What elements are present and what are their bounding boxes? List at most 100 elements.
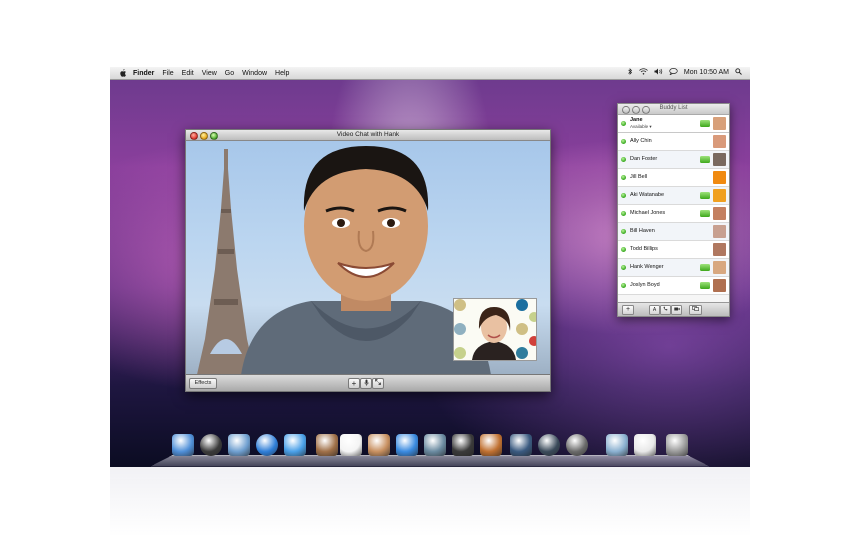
buddy-avatar[interactable]: [713, 279, 726, 292]
buddy-name: Ally Chin: [630, 138, 652, 144]
garageband-icon[interactable]: [480, 434, 502, 456]
my-status-row[interactable]: Jane Available ▾: [618, 115, 729, 133]
video-chat-window: Video Chat with Hank Effects +: [185, 129, 551, 392]
buddy-name: Bill Haven: [630, 228, 655, 234]
buddy-name: Aki Watanabe: [630, 192, 665, 198]
buddy-avatar[interactable]: [713, 261, 726, 274]
audio-chat-button[interactable]: [660, 305, 671, 315]
menu-window[interactable]: Window: [242, 70, 267, 77]
buddy-row[interactable]: Joslyn Boyd: [618, 277, 729, 295]
apple-menu-icon[interactable]: [119, 69, 127, 77]
menu-file[interactable]: File: [162, 70, 173, 77]
available-status-icon: [621, 265, 626, 270]
camera-icon: [673, 307, 680, 311]
buddy-avatar[interactable]: [713, 171, 726, 184]
remote-video: [186, 141, 550, 375]
buddy-list-window: Buddy List Jane Available ▾ Ally Chin Dan…: [617, 103, 730, 317]
fullscreen-button[interactable]: [372, 378, 384, 389]
buddy-avatar[interactable]: [713, 153, 726, 166]
video-chat-button[interactable]: [671, 305, 682, 315]
dock: [150, 434, 710, 467]
buddy-row[interactable]: Hank Wenger: [618, 259, 729, 277]
expand-icon: [375, 379, 381, 385]
buddy-name: Dan Foster: [630, 156, 658, 162]
text-chat-button[interactable]: A: [649, 305, 660, 315]
menu-finder[interactable]: Finder: [133, 70, 154, 77]
video-camera-icon[interactable]: [700, 156, 710, 163]
menu-clock[interactable]: Mon 10:50 AM: [684, 69, 729, 77]
phone-icon[interactable]: [700, 210, 710, 217]
spotlight-icon[interactable]: [735, 68, 742, 78]
menu-go[interactable]: Go: [225, 70, 234, 77]
finder-icon[interactable]: [172, 434, 194, 456]
bluetooth-icon[interactable]: [628, 67, 633, 79]
screen-sharing-button[interactable]: [689, 305, 702, 315]
imovie-icon[interactable]: [452, 434, 474, 456]
video-camera-icon[interactable]: [700, 192, 710, 199]
mail-icon[interactable]: [228, 434, 250, 456]
address-book-icon[interactable]: [316, 434, 338, 456]
available-status-icon: [621, 157, 626, 162]
video-camera-icon[interactable]: [700, 264, 710, 271]
buddy-name: Michael Jones: [630, 210, 666, 216]
buddy-name: Jill Bell: [630, 174, 648, 180]
buddy-avatar[interactable]: [713, 189, 726, 202]
downloads-stack-icon[interactable]: [606, 434, 628, 456]
buddy-name: Todd Billips: [630, 246, 658, 252]
video-chat-titlebar[interactable]: Video Chat with Hank: [186, 130, 550, 141]
ical-icon[interactable]: [340, 434, 362, 456]
status-popup[interactable]: Available ▾: [630, 124, 652, 130]
add-participant-button[interactable]: +: [348, 378, 360, 389]
buddy-avatar[interactable]: [713, 243, 726, 256]
ichat-icon[interactable]: [284, 434, 306, 456]
mute-button[interactable]: [360, 378, 372, 389]
buddy-row[interactable]: Aki Watanabe: [618, 187, 729, 205]
menu-edit[interactable]: Edit: [182, 70, 194, 77]
available-status-icon: [621, 283, 626, 288]
buddy-avatar[interactable]: [713, 207, 726, 220]
buddy-row[interactable]: Jill Bell: [618, 169, 729, 187]
dashboard-icon[interactable]: [200, 434, 222, 456]
available-status-icon: [621, 193, 626, 198]
iphoto-icon[interactable]: [424, 434, 446, 456]
available-status-icon: [621, 229, 626, 234]
available-status-icon: [621, 247, 626, 252]
video-chat-title: Video Chat with Hank: [336, 131, 400, 138]
effects-button[interactable]: Effects: [189, 378, 217, 389]
add-buddy-button[interactable]: +: [622, 305, 634, 315]
buddy-name: Hank Wenger: [630, 264, 664, 270]
buddy-rows: Ally Chin Dan Foster Jill Bell Aki Watanabe…: [618, 133, 729, 295]
buddy-row[interactable]: Michael Jones: [618, 205, 729, 223]
my-avatar[interactable]: [713, 117, 726, 130]
buddy-row[interactable]: Todd Billips: [618, 241, 729, 259]
safari-icon[interactable]: [256, 434, 278, 456]
available-status-icon: [621, 139, 626, 144]
time-machine-icon[interactable]: [538, 434, 560, 456]
buddy-name: Joslyn Boyd: [630, 282, 660, 288]
menu-view[interactable]: View: [202, 70, 217, 77]
video-camera-icon[interactable]: [700, 282, 710, 289]
documents-stack-icon[interactable]: [634, 434, 656, 456]
self-view-image: [454, 299, 536, 360]
available-status-icon: [621, 211, 626, 216]
ichat-status-icon[interactable]: [669, 68, 678, 78]
buddy-list-titlebar[interactable]: Buddy List: [618, 104, 729, 115]
wifi-icon[interactable]: [639, 68, 648, 78]
spaces-icon[interactable]: [510, 434, 532, 456]
volume-icon[interactable]: [654, 68, 663, 78]
buddy-avatar[interactable]: [713, 135, 726, 148]
desktop: Finder File Edit View Go Window Help Mon…: [110, 67, 750, 467]
video-camera-icon[interactable]: [700, 120, 710, 127]
buddy-row[interactable]: Dan Foster: [618, 151, 729, 169]
preview-icon[interactable]: [368, 434, 390, 456]
buddy-avatar[interactable]: [713, 225, 726, 238]
buddy-row[interactable]: Ally Chin: [618, 133, 729, 151]
menu-help[interactable]: Help: [275, 70, 289, 77]
buddy-row[interactable]: Bill Haven: [618, 223, 729, 241]
available-status-icon: [621, 121, 626, 126]
itunes-icon[interactable]: [396, 434, 418, 456]
dock-shelf: [150, 455, 710, 467]
trash-icon[interactable]: [666, 434, 688, 456]
system-preferences-icon[interactable]: [566, 434, 588, 456]
self-view-preview[interactable]: [453, 298, 537, 361]
